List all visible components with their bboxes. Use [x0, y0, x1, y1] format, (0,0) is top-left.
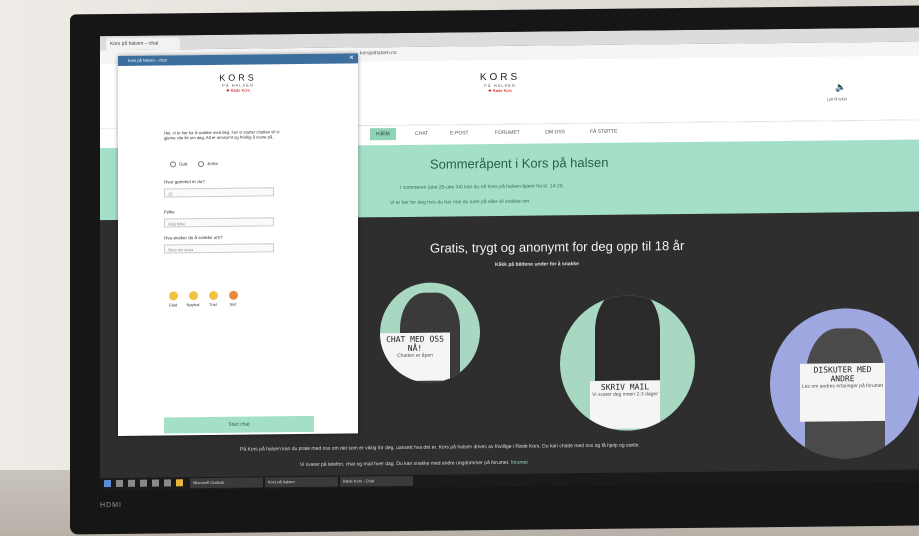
angry-face-icon [228, 290, 238, 300]
mood-happy[interactable]: Glad [166, 291, 180, 307]
nav-item-chat[interactable]: CHAT [415, 131, 428, 137]
chat-sign: CHAT MED OSS NÅ! Chatten er åpen [380, 332, 450, 382]
chat-sign-text: CHAT MED OSS NÅ! [386, 334, 444, 353]
notice-line-2: Vi er her for deg hvis du har noe du lur… [390, 198, 531, 207]
forum-link[interactable]: forumet [511, 460, 528, 466]
county-select[interactable]: Velg fylke [164, 217, 274, 228]
chat-sign-caption: Chatten er åpen [397, 352, 433, 359]
popup-logo-org: ✚ Røde Kors [226, 87, 250, 93]
county-label: Fylke [164, 209, 175, 215]
popup-logo-title: KORS [219, 72, 257, 83]
speaker-icon[interactable]: 🔈 [835, 82, 846, 93]
start-icon[interactable] [104, 480, 111, 488]
nav-item-email[interactable]: E-POST [450, 130, 469, 136]
screen: Kors på halsen – chat korspahalsen.no KO… [100, 27, 919, 491]
store-icon[interactable] [152, 479, 159, 487]
logo-org-text: Røde Kors [492, 87, 512, 94]
start-chat-button[interactable]: Start chat [164, 415, 314, 434]
footer-line-2-text: Vi svarer på telefon, chat og mail hver … [300, 459, 510, 469]
taskbar: Microsoft Outlook Kors på halsen Røde Ko… [100, 469, 919, 491]
neutral-face-icon [188, 291, 198, 301]
chat-card[interactable]: CHAT MED OSS NÅ! Chatten er åpen [380, 282, 480, 384]
explorer-icon[interactable] [140, 479, 147, 487]
website: Kors på halsen – chat korspahalsen.no KO… [100, 27, 919, 491]
forum-sign-text: DISKUTER MED ANDRE [813, 365, 872, 384]
mail-card[interactable]: SKRIV MAIL Vi svarer deg innen 2-3 dager [560, 294, 695, 432]
monitor: Kors på halsen – chat korspahalsen.no KO… [70, 5, 919, 535]
topic-input[interactable]: Skriv inn tema [164, 243, 274, 254]
mood-angry-label: Sint [229, 301, 237, 307]
close-icon[interactable]: ✕ [349, 53, 354, 63]
mail-icon[interactable] [164, 479, 171, 487]
mail-sign-caption: Vi svarer deg innen 2-3 dager [592, 391, 658, 398]
url-text: korspahalsen.no [360, 50, 397, 57]
mail-sign: SKRIV MAIL Vi svarer deg innen 2-3 dager [590, 380, 660, 429]
nav-item-support[interactable]: FÅ STØTTE [590, 129, 618, 135]
speaker-label: Lytt til tekst [827, 96, 847, 102]
logo-title: KORS [479, 71, 521, 84]
mood-angry[interactable]: Sint [226, 290, 240, 307]
hero-title: Gratis, trygt og anonymt for deg opp til… [430, 238, 685, 256]
notice-title: Sommeråpent i Kors på halsen [430, 154, 609, 172]
monitor-brand: HDMI [100, 501, 122, 510]
taskbar-app-outlook[interactable]: Microsoft Outlook [190, 477, 263, 489]
happy-face-icon [168, 291, 178, 301]
nav-item-about[interactable]: OM OSS [545, 129, 565, 135]
age-label: Hvor gammel er du? [164, 179, 205, 185]
county-value: Velg fylke [168, 221, 186, 227]
mood-happy-label: Glad [168, 302, 178, 308]
footer-line-2: Vi svarer på telefon, chat og mail hver … [300, 457, 800, 468]
notice-line-1: I sommeren (uke 25-uke 34) kan du nå Kor… [400, 183, 564, 191]
forum-sign-caption: Les om andres erfaringer på forumet [801, 382, 884, 390]
popup-title: Kors på halsen – chat [128, 57, 167, 63]
taskbar-app-chat[interactable]: Røde Kors - Chat [340, 475, 413, 487]
mood-neutral-label: Nøytral [186, 302, 200, 308]
forum-card[interactable]: DISKUTER MED ANDRE Les om andres erfarin… [770, 307, 919, 460]
nav-item-forum[interactable]: FORUMET [495, 130, 520, 136]
footer-line-1: På Kors på halsen kan du prate med oss o… [240, 442, 640, 453]
mood-neutral[interactable]: Nøytral [186, 291, 200, 307]
age-field[interactable]: 12 [164, 187, 274, 198]
browser-tab[interactable]: Kors på halsen – chat [106, 37, 180, 51]
person-image [595, 294, 660, 391]
taskbar-app-browser[interactable]: Kors på halsen [265, 476, 338, 488]
popup-logo-org-text: Røde Kors [230, 87, 250, 93]
gender-radio-girl[interactable]: Jente [198, 161, 219, 168]
gender-radio-boy[interactable]: Gutt [170, 161, 188, 168]
forum-sign: DISKUTER MED ANDRE Les om andres erfarin… [800, 362, 885, 422]
site-logo[interactable]: KORS PÅ HALSEN ✚ Røde Kors [470, 72, 530, 94]
chat-popup-window: Kors på halsen – chat ✕ KORS PÅ HALSEN ✚… [118, 53, 358, 436]
task-view-icon[interactable] [128, 479, 135, 487]
popup-titlebar[interactable]: Kors på halsen – chat ✕ [118, 53, 358, 66]
popup-intro: Hei, vi er her for å snakke med deg. Før… [164, 129, 280, 141]
folder-icon[interactable] [176, 479, 183, 487]
radio-circle [170, 161, 176, 168]
radio-circle [198, 161, 204, 168]
hero-hint: Klikk på bildene under for å snakke [495, 261, 579, 268]
gender-boy-label: Gutt [179, 161, 188, 167]
search-icon[interactable] [116, 479, 123, 487]
mood-sad[interactable]: Trist [206, 290, 220, 307]
popup-logo: KORS PÅ HALSEN ✚ Røde Kors [208, 72, 268, 93]
logo-org: ✚ Røde Kors [488, 87, 512, 94]
mood-sad-label: Trist [209, 301, 217, 307]
nav-item-home[interactable]: HJEM [370, 128, 396, 141]
topic-label: Hva ønsker du å snakke om? [164, 234, 223, 241]
gender-girl-label: Jente [207, 161, 219, 167]
sad-face-icon [208, 290, 218, 300]
